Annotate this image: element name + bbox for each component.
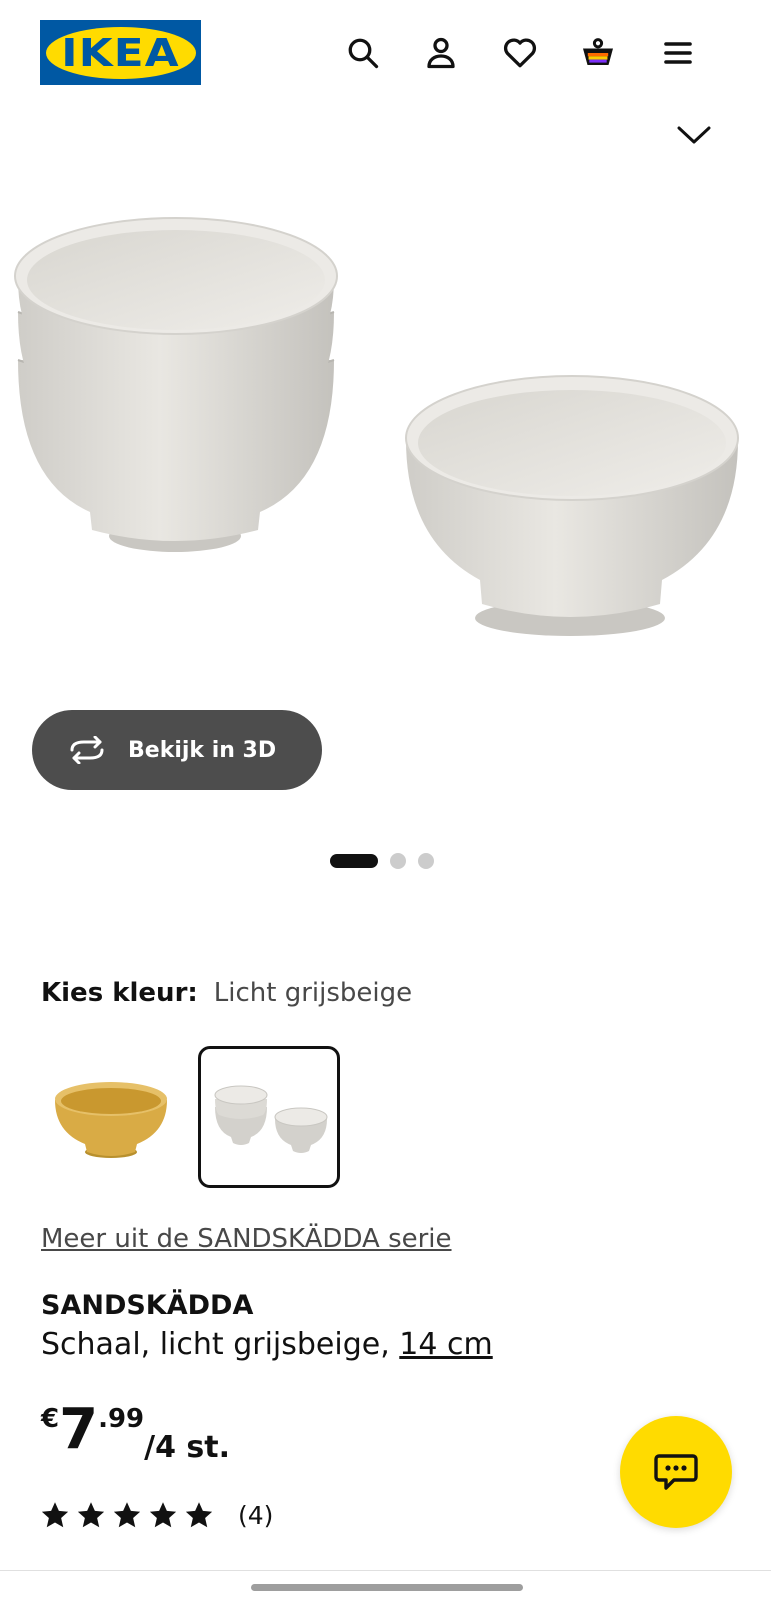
price-currency: €: [41, 1404, 60, 1434]
stacked-bowls: [14, 217, 338, 552]
user-icon[interactable]: [418, 30, 464, 76]
color-selected-value: Licht grijsbeige: [213, 978, 413, 1008]
yellow-bowl-thumbnail: [55, 1082, 167, 1158]
carousel-dot[interactable]: [418, 853, 434, 869]
carousel-indicator: [330, 853, 434, 869]
search-icon[interactable]: [340, 30, 386, 76]
logo-ellipse: IKEA: [45, 26, 196, 79]
star-icon: [149, 1502, 177, 1528]
bottom-divider: [0, 1570, 771, 1571]
product-name: SANDSKÄDDA: [41, 1290, 254, 1321]
series-link[interactable]: Meer uit de SANDSKÄDDA serie: [41, 1224, 452, 1254]
carousel-dot[interactable]: [390, 853, 406, 869]
star-icon: [41, 1502, 69, 1528]
price-unit: /4 st.: [144, 1430, 230, 1465]
logo-text: IKEA: [61, 30, 180, 75]
color-swatch-yellow[interactable]: [40, 1046, 182, 1188]
carousel-dot-active[interactable]: [330, 854, 378, 868]
chat-icon: [654, 1454, 698, 1490]
single-bowl: [405, 375, 739, 636]
rating-count: (4): [238, 1500, 274, 1530]
chevron-down-icon[interactable]: [672, 115, 716, 155]
grey-bowls-thumbnail: [214, 1085, 328, 1153]
star-icon: [185, 1502, 213, 1528]
product-size-link[interactable]: 14 cm: [399, 1327, 492, 1362]
product-description-text: Schaal, licht grijsbeige,: [41, 1327, 400, 1362]
menu-icon[interactable]: [655, 30, 701, 76]
product-image[interactable]: [0, 200, 771, 670]
view-in-3d-button[interactable]: Bekijk in 3D: [32, 710, 322, 790]
star-icon: [113, 1502, 141, 1528]
home-indicator[interactable]: [251, 1584, 523, 1591]
rotate-3d-icon: [70, 736, 104, 764]
price-integer: 7: [59, 1397, 99, 1462]
product-description: Schaal, licht grijsbeige, 14 cm: [41, 1327, 493, 1362]
color-picker-header: Kies kleur: Licht grijsbeige: [41, 978, 412, 1008]
price-decimal: .99: [98, 1404, 145, 1434]
color-swatch-light-grey-beige[interactable]: [198, 1046, 340, 1188]
shopping-bag-icon[interactable]: [575, 30, 621, 76]
heart-icon[interactable]: [497, 30, 543, 76]
star-icon: [77, 1502, 105, 1528]
ikea-logo[interactable]: IKEA: [40, 20, 201, 85]
header: IKEA: [0, 0, 771, 110]
color-label: Kies kleur:: [41, 978, 198, 1008]
view-in-3d-label: Bekijk in 3D: [128, 737, 277, 763]
product-rating[interactable]: (4): [40, 1500, 273, 1530]
product-price: € 7 .99 /4 st.: [41, 1397, 230, 1466]
chat-button[interactable]: [620, 1416, 732, 1528]
